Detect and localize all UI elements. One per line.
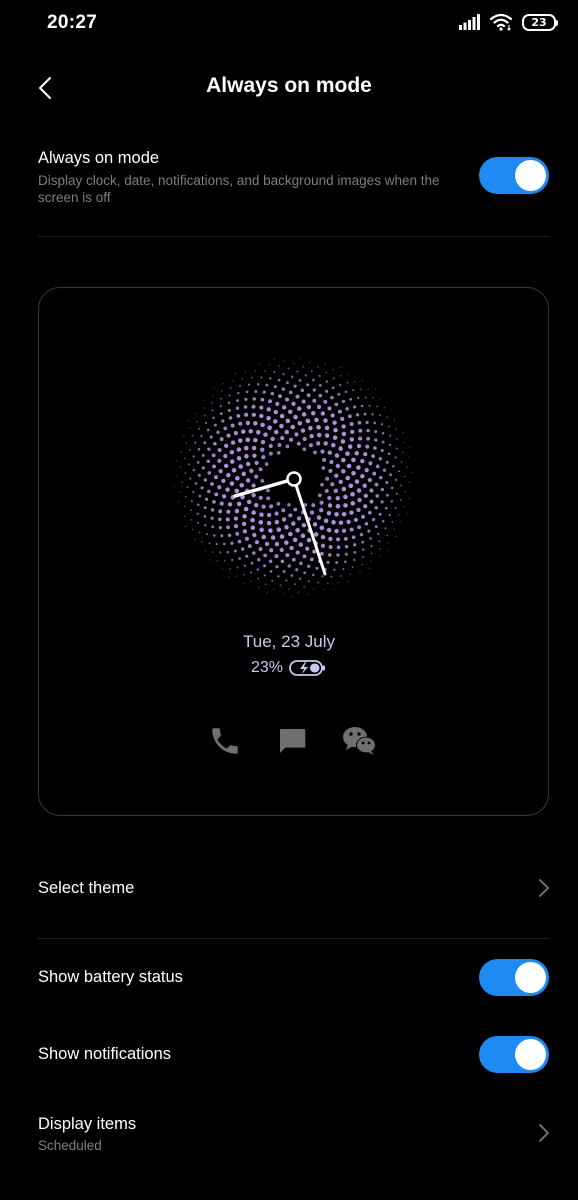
preview-date: Tue, 23 July bbox=[243, 632, 335, 651]
always-on-title: Always on mode bbox=[38, 149, 160, 167]
signal-icon bbox=[459, 14, 480, 30]
preview-battery: 23% bbox=[0, 659, 578, 677]
battery-level: 23 bbox=[531, 15, 547, 29]
phone-icon bbox=[212, 728, 238, 754]
page-title: Always on mode bbox=[206, 74, 372, 97]
divider bbox=[38, 236, 549, 237]
toggle-knob bbox=[515, 160, 546, 191]
status-icons: 23 bbox=[459, 13, 558, 31]
wifi-icon bbox=[490, 13, 513, 31]
toggle-knob bbox=[515, 1039, 546, 1070]
chevron-right-icon[interactable] bbox=[538, 878, 550, 898]
show-notifications-toggle[interactable] bbox=[479, 1036, 549, 1073]
preview-notification-icons bbox=[208, 724, 378, 758]
show-battery-status-toggle[interactable] bbox=[479, 959, 549, 996]
hour-hand bbox=[233, 477, 296, 498]
message-icon bbox=[280, 729, 306, 753]
chevron-right-icon[interactable] bbox=[538, 1123, 550, 1143]
display-items-sub: Scheduled bbox=[38, 1138, 102, 1153]
always-on-description: Display clock, date, notifications, and … bbox=[38, 173, 440, 205]
charging-battery-icon bbox=[289, 660, 326, 676]
show-notifications-label: Show notifications bbox=[38, 1045, 171, 1063]
select-theme-row[interactable]: Select theme bbox=[38, 879, 134, 898]
show-battery-status-label: Show battery status bbox=[38, 968, 183, 986]
always-on-toggle[interactable] bbox=[479, 157, 549, 194]
toggle-knob bbox=[515, 962, 546, 993]
clock-center bbox=[286, 471, 302, 487]
preview-battery-percent: 23% bbox=[250, 659, 284, 676]
divider bbox=[38, 938, 549, 939]
battery-icon: 23 bbox=[522, 13, 558, 31]
status-time: 20:27 bbox=[47, 12, 98, 33]
display-items-row[interactable]: Display items bbox=[38, 1115, 136, 1134]
wechat-icon bbox=[343, 727, 376, 755]
clock-dial bbox=[174, 358, 413, 598]
